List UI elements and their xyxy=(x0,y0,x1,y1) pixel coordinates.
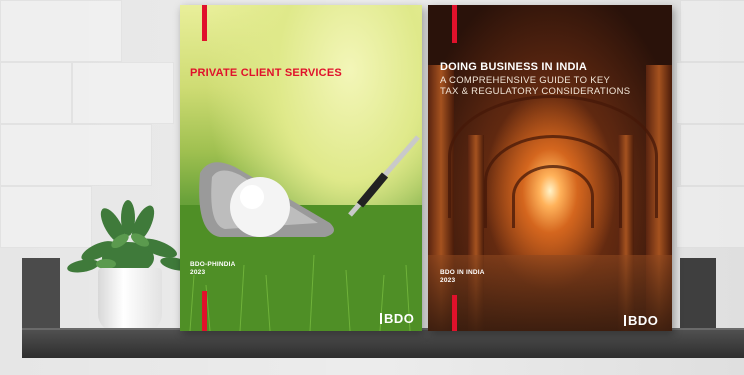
publisher-line: BDO-PHINDIA xyxy=(190,261,236,268)
year-line: 2023 xyxy=(190,269,206,276)
book-title: DOING BUSINESS IN INDIA xyxy=(440,61,588,73)
year-line: 2023 xyxy=(440,277,456,284)
red-accent-top xyxy=(452,5,457,43)
wall-brick xyxy=(0,62,72,124)
wall-brick xyxy=(680,0,744,62)
plant-pot xyxy=(98,268,162,332)
wall-brick xyxy=(676,186,744,248)
red-accent-bottom xyxy=(452,295,457,331)
shelf xyxy=(22,330,744,358)
wall-brick xyxy=(680,124,744,186)
wall-brick xyxy=(0,124,152,186)
bdo-logo: BDO xyxy=(380,311,414,326)
book-title: PRIVATE CLIENT SERVICES xyxy=(190,67,342,79)
red-accent-top xyxy=(202,5,207,41)
book-subtitle-line-2: TAX & REGULATORY CONSIDERATIONS xyxy=(440,86,631,97)
golf-club-and-ball-image xyxy=(180,135,422,331)
book-doing-business-in-india[interactable]: DOING BUSINESS IN INDIA A COMPREHENSIVE … xyxy=(428,5,672,331)
temple-arch xyxy=(512,165,594,228)
wall-brick xyxy=(0,0,122,62)
book-subtitle-line-1: A COMPREHENSIVE GUIDE TO KEY xyxy=(440,75,611,86)
red-accent-bottom xyxy=(202,291,207,331)
publisher-line: BDO IN INDIA xyxy=(440,269,485,276)
wall-brick xyxy=(72,62,174,124)
wall-brick xyxy=(676,62,744,124)
book-private-client-services[interactable]: PRIVATE CLIENT SERVICES BDO-PHINDIA 2023… xyxy=(180,5,422,331)
bdo-logo: BDO xyxy=(624,313,658,328)
